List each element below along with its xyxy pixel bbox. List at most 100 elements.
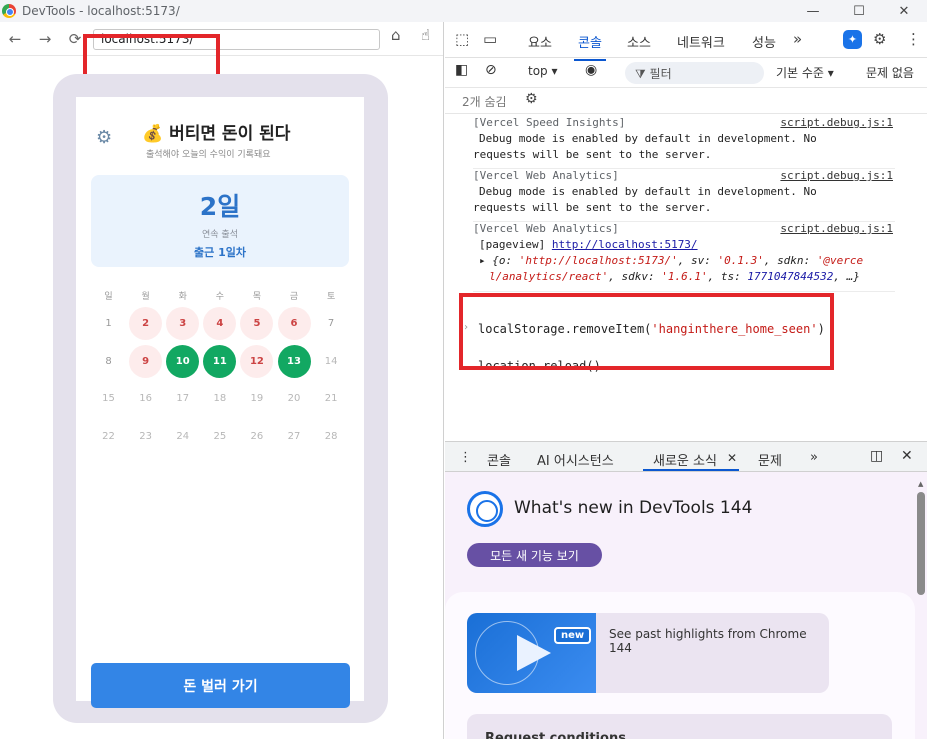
calendar-day-missed[interactable]: 5 — [240, 307, 274, 341]
view-all-features-button[interactable]: 모든 새 기능 보기 — [467, 543, 602, 567]
back-icon[interactable]: ← — [2, 26, 28, 52]
tab-sources[interactable]: 소스 — [627, 32, 651, 51]
active-tab-underline — [643, 469, 739, 471]
calendar-day-future[interactable]: 19 — [240, 382, 273, 415]
window-titlebar: DevTools - localhost:5173/ — ☐ ✕ — [0, 0, 927, 22]
calendar-day-future[interactable]: 27 — [278, 420, 311, 453]
mouse-icon[interactable]: ⌂ — [391, 26, 401, 44]
weekday-label: 월 — [141, 291, 150, 302]
calendar-day-future[interactable]: 24 — [166, 420, 199, 453]
close-drawer-icon[interactable]: ✕ — [901, 448, 913, 464]
maximize-icon[interactable]: ☐ — [836, 0, 882, 22]
drawer-tab-console[interactable]: 콘솔 — [487, 450, 511, 469]
earn-money-button[interactable]: 돈 벌러 가기 — [91, 663, 350, 708]
filter-input[interactable]: ⧩ 필터 — [625, 62, 764, 84]
settings-icon[interactable]: ⚙ — [873, 30, 886, 48]
calendar-day-future[interactable]: 28 — [315, 420, 348, 453]
ai-assist-icon[interactable]: ✦ — [843, 30, 862, 49]
calendar-day-plain[interactable]: 7 — [315, 307, 348, 340]
drawer-tab-ai-assistance[interactable]: AI 어시스턴스 — [537, 450, 614, 469]
device-toggle-icon[interactable]: ▭ — [483, 30, 497, 48]
tab-network[interactable]: 네트워크 — [677, 32, 725, 51]
expand-triangle-icon[interactable]: ▸ — [479, 254, 486, 267]
log-levels-dropdown[interactable]: 기본 수준 ▾ — [776, 64, 834, 81]
calendar-day-future[interactable]: 18 — [203, 382, 236, 415]
live-expression-eye-icon[interactable]: ◉ — [585, 62, 597, 78]
calendar-week: 22 23 24 25 26 27 28 — [90, 418, 350, 456]
context-selector[interactable]: top ▾ — [528, 64, 558, 78]
tab-performance[interactable]: 성능 — [752, 32, 776, 51]
video-thumbnail[interactable]: new — [467, 613, 596, 693]
message-text: Debug mode is enabled by default in deve… — [479, 185, 817, 198]
message-source-link[interactable]: script.debug.js:1 — [780, 169, 893, 182]
console-settings-icon[interactable]: ⚙ — [525, 91, 538, 107]
browser-pane: ← → ⟳ localhost:5173/ ⌂ ☝ ⚙ 💰 버티면 돈이 된다 … — [0, 22, 444, 739]
calendar-day-future[interactable]: 22 — [92, 420, 125, 453]
calendar-day-plain[interactable]: 1 — [92, 307, 125, 340]
calendar-weekdays: 일월화수목금토 — [90, 285, 350, 305]
calendar-day-missed[interactable]: 12 — [240, 344, 274, 378]
message-source-link[interactable]: script.debug.js:1 — [780, 116, 893, 129]
weekday-label: 일 — [104, 291, 113, 302]
scrollbar-thumb[interactable] — [917, 492, 925, 595]
message-text: Debug mode is enabled by default in deve… — [479, 132, 817, 145]
hidden-count[interactable]: 2개 숨김 — [462, 93, 507, 110]
more-drawer-tabs-icon[interactable]: » — [810, 450, 818, 465]
close-tab-icon[interactable]: ✕ — [727, 451, 737, 465]
highlight-card[interactable]: new See past highlights from Chrome 144 — [467, 613, 829, 693]
calendar-day-future[interactable]: 21 — [315, 382, 348, 415]
attendance-calendar: 일월화수목금토 1 2 3 4 5 6 7 8 9 10 11 12 13 14 15 16 17 18 19 20 2… — [90, 285, 350, 455]
tab-elements[interactable]: 요소 — [528, 32, 552, 51]
inspect-element-icon[interactable]: ⬚ — [455, 30, 469, 48]
calendar-day-future[interactable]: 14 — [315, 345, 348, 378]
calendar-day-future[interactable]: 23 — [129, 420, 162, 453]
touch-icon[interactable]: ☝ — [421, 26, 430, 44]
drawer-tabbar: ⋮ 콘솔 AI 어시스턴스 새로운 소식 ✕ 문제 » ◫ ✕ — [445, 441, 927, 472]
drawer-tab-whats-new[interactable]: 새로운 소식 — [653, 450, 717, 469]
clear-console-icon[interactable]: ⊘ — [485, 62, 497, 78]
device-frame: ⚙ 💰 버티면 돈이 된다 출석해야 오늘의 수익이 기록돼요 2일 연속 출석… — [53, 74, 388, 723]
calendar-day-missed[interactable]: 9 — [129, 344, 163, 378]
calendar-day-future[interactable]: 16 — [129, 382, 162, 415]
calendar-day-done[interactable]: 13 — [277, 344, 311, 378]
calendar-day-future[interactable]: 15 — [92, 382, 125, 415]
panel-scrollbar[interactable]: ▲ — [917, 480, 925, 730]
settings-gear-icon[interactable]: ⚙ — [96, 127, 112, 148]
window-title: DevTools - localhost:5173/ — [22, 4, 180, 18]
calendar-day-missed[interactable]: 3 — [166, 307, 200, 341]
devtools-logo-icon — [467, 491, 503, 527]
calendar-day-future[interactable]: 25 — [203, 420, 236, 453]
calendar-cell: 21 — [313, 382, 350, 415]
pageview-url-link[interactable]: http://localhost:5173/ — [552, 238, 698, 251]
close-window-icon[interactable]: ✕ — [881, 0, 927, 22]
calendar-cell: 1 — [90, 307, 127, 340]
feature-card[interactable]: Request conditions — [467, 714, 892, 739]
drawer-tab-issues[interactable]: 문제 — [758, 450, 782, 469]
calendar-cell: 17 — [164, 382, 201, 415]
calendar-day-future[interactable]: 26 — [240, 420, 273, 453]
forward-icon[interactable]: → — [32, 26, 58, 52]
more-tabs-icon[interactable]: » — [793, 30, 802, 48]
streak-card: 2일 연속 출석 출근 1일차 — [91, 175, 349, 267]
message-source-link[interactable]: script.debug.js:1 — [780, 222, 893, 235]
calendar-day-done[interactable]: 10 — [166, 344, 200, 378]
dock-side-icon[interactable]: ◫ — [870, 448, 883, 464]
sidebar-toggle-icon[interactable]: ◧ — [455, 62, 468, 78]
tab-console[interactable]: 콘솔 — [574, 32, 606, 61]
calendar-day-done[interactable]: 11 — [203, 344, 237, 378]
object-preview[interactable]: ▸ {o: 'http://localhost:5173/', sv: '0.1… — [473, 254, 895, 270]
minimize-icon[interactable]: — — [790, 0, 836, 22]
drawer-menu-icon[interactable]: ⋮ — [459, 450, 472, 465]
calendar-day-missed[interactable]: 6 — [277, 307, 311, 341]
calendar-day-future[interactable]: 20 — [278, 382, 311, 415]
issues-count[interactable]: 문제 없음 — [866, 64, 914, 81]
feature-card-title: Request conditions — [485, 731, 626, 739]
whats-new-title: What's new in DevTools 144 — [514, 498, 753, 518]
scroll-up-icon[interactable]: ▲ — [918, 480, 923, 488]
calendar-day-missed[interactable]: 2 — [129, 307, 163, 341]
calendar-day-plain[interactable]: 8 — [92, 345, 125, 378]
calendar-day-missed[interactable]: 4 — [203, 307, 237, 341]
message-text: requests will be sent to the server. — [473, 148, 712, 161]
calendar-day-future[interactable]: 17 — [166, 382, 199, 415]
more-options-icon[interactable]: ⋮ — [906, 30, 921, 48]
